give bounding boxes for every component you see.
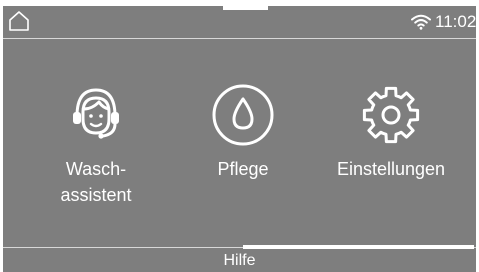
tile-pflege-label: Pflege xyxy=(168,156,318,182)
label-line-1: Einstellungen xyxy=(336,159,446,179)
tile-wasch-assistent[interactable]: Wasch- assistent xyxy=(21,82,171,212)
gear-icon xyxy=(362,86,420,144)
home-screen: 11:02 Wasch- assistent Pflege Einstellun… xyxy=(3,6,476,272)
wifi-icon xyxy=(411,14,431,30)
status-bar: 11:02 xyxy=(3,6,476,36)
label-line-2: assistent xyxy=(60,185,132,205)
home-button[interactable] xyxy=(8,10,30,32)
tile-einstellungen-label: Einstellungen xyxy=(316,156,466,182)
tile-pflege[interactable]: Pflege xyxy=(168,82,318,212)
label-line-1: Pflege xyxy=(217,159,269,179)
help-button[interactable]: Hilfe xyxy=(3,249,476,272)
home-icon xyxy=(9,11,29,31)
top-divider xyxy=(3,38,476,39)
label-line-1: Wasch- xyxy=(65,159,127,179)
tile-einstellungen[interactable]: Einstellungen xyxy=(316,82,466,212)
water-drop-icon xyxy=(212,84,274,146)
clock: 11:02 xyxy=(435,12,476,31)
tile-wasch-assistent-label: Wasch- assistent xyxy=(21,156,171,208)
headset-assistant-icon xyxy=(73,88,119,139)
